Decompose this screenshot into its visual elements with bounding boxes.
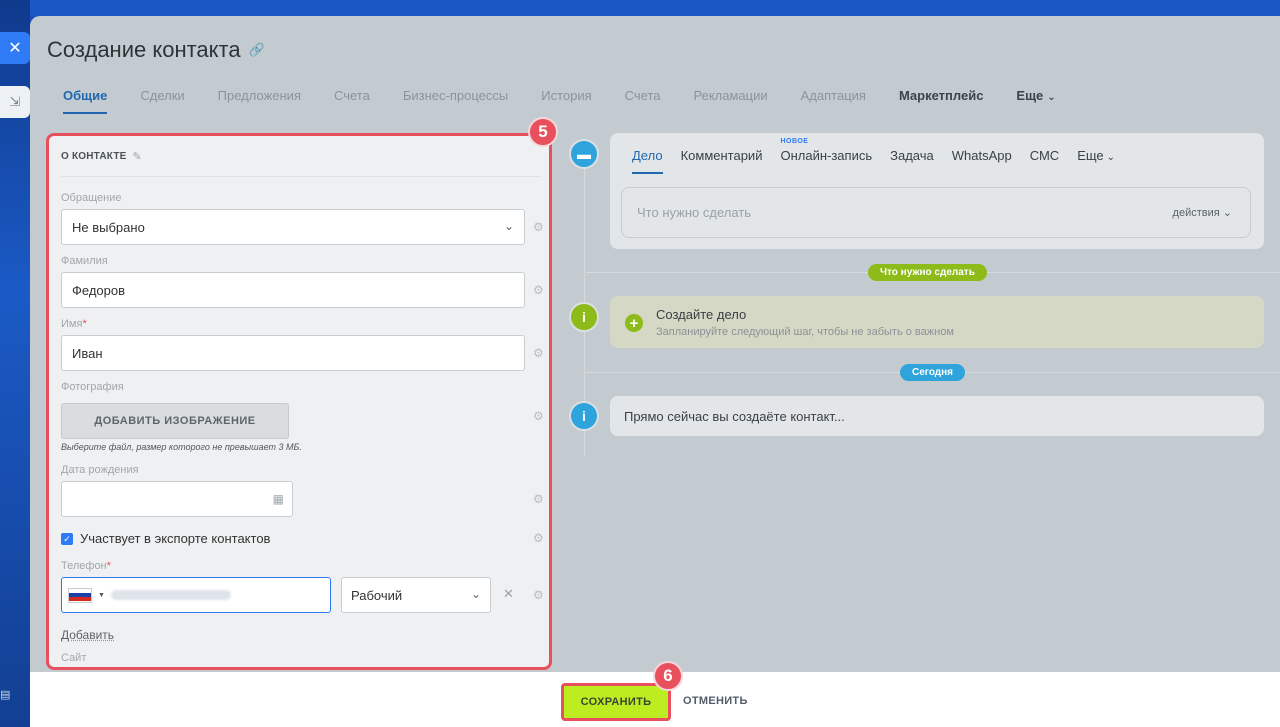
phone-label: Телефон*: [61, 560, 111, 572]
last-name-label: Фамилия: [61, 255, 108, 267]
info-icon: i: [569, 302, 599, 332]
phone-type-value: Рабочий: [351, 587, 403, 603]
activity-input[interactable]: Что нужно сделать действия ⌄: [621, 187, 1251, 238]
tab-invoices-2[interactable]: Счета: [625, 88, 661, 118]
phone-input[interactable]: ▼: [61, 577, 331, 613]
minimize-icon[interactable]: ⇲: [0, 86, 30, 118]
activity-placeholder: Что нужно сделать: [637, 205, 751, 220]
tab-workflows[interactable]: Бизнес-процессы: [403, 88, 508, 118]
tab-history[interactable]: История: [541, 88, 591, 118]
chevron-down-icon: ⌄: [503, 219, 514, 233]
entity-tabs: Общие Сделки Предложения Счета Бизнес-пр…: [63, 88, 1089, 118]
tab-claims[interactable]: Рекламации: [694, 88, 768, 118]
activity-tab-booking-label: Онлайн-запись: [780, 148, 873, 163]
activity-tabs: Дело Комментарий НОВОЕ Онлайн-запись Зада…: [632, 138, 1133, 174]
salutation-label: Обращение: [61, 192, 122, 204]
remove-phone-icon[interactable]: ✕: [503, 586, 514, 602]
chat-icon: ▬: [569, 139, 599, 169]
tab-marketplace[interactable]: Маркетплейс: [899, 88, 983, 118]
gear-icon[interactable]: ⚙: [533, 220, 544, 234]
gear-icon[interactable]: ⚙: [533, 346, 544, 360]
photo-label: Фотография: [61, 381, 124, 393]
first-name-value: Иван: [72, 345, 103, 361]
today-pill: Сегодня: [900, 364, 966, 381]
caret-down-icon[interactable]: ▼: [98, 592, 105, 599]
contact-form-card: О КОНТАКТЕ ✎ Обращение Не выбрано ⌄ ⚙ Фа…: [46, 133, 552, 670]
create-task-card[interactable]: + Создайте дело Запланируйте следующий ш…: [610, 296, 1264, 348]
contact-slider: Создание контакта 🔗 Общие Сделки Предлож…: [30, 16, 1280, 727]
save-button[interactable]: СОХРАНИТЬ: [561, 683, 671, 721]
print-icon: ▤: [0, 689, 11, 701]
first-name-label: Имя*: [61, 318, 87, 330]
gear-icon[interactable]: ⚙: [533, 492, 544, 506]
image-hint: Выберите файл, размер которого не превыш…: [61, 442, 302, 452]
tab-adaptation[interactable]: Адаптация: [801, 88, 866, 118]
first-name-input[interactable]: Иван: [61, 335, 525, 371]
pencil-icon[interactable]: ✎: [133, 150, 142, 163]
tab-deals[interactable]: Сделки: [140, 88, 184, 118]
required-mark: *: [82, 318, 87, 330]
activity-tab-sms[interactable]: СМС: [1030, 148, 1059, 174]
last-name-input[interactable]: Федоров: [61, 272, 525, 308]
export-label: Участвует в экспорте контактов: [80, 531, 271, 546]
export-checkbox-row[interactable]: ✓ Участвует в экспорте контактов: [61, 531, 270, 546]
link-icon[interactable]: 🔗: [249, 42, 265, 58]
actions-label: действия: [1172, 207, 1220, 219]
birthdate-input[interactable]: ▦: [61, 481, 293, 517]
section-title: О КОНТАКТЕ ✎: [61, 150, 142, 163]
gear-icon[interactable]: ⚙: [533, 283, 544, 297]
new-badge: НОВОЕ: [780, 138, 809, 145]
activity-tab-task[interactable]: Дело: [632, 148, 663, 174]
chevron-down-icon: ⌄: [1047, 92, 1056, 103]
cancel-button[interactable]: ОТМЕНИТЬ: [683, 695, 748, 707]
todo-pill: Что нужно сделать: [868, 264, 987, 281]
site-label: Сайт: [61, 652, 87, 664]
activity-tab-comment[interactable]: Комментарий: [681, 148, 763, 174]
activity-editor: Дело Комментарий НОВОЕ Онлайн-запись Зада…: [610, 133, 1264, 249]
export-checkbox[interactable]: ✓: [61, 532, 73, 545]
activity-tab-booking[interactable]: НОВОЕ Онлайн-запись: [780, 138, 873, 174]
info-icon: i: [569, 401, 599, 431]
todo-subtitle: Запланируйте следующий шаг, чтобы не заб…: [656, 326, 954, 338]
section-title-text: О КОНТАКТЕ: [61, 151, 127, 162]
birthdate-label: Дата рождения: [61, 464, 139, 476]
tab-quotes[interactable]: Предложения: [218, 88, 301, 118]
top-bar: [30, 0, 1280, 16]
step-badge-6: 6: [653, 661, 683, 691]
add-image-button[interactable]: ДОБАВИТЬ ИЗОБРАЖЕНИЕ: [61, 403, 289, 439]
section-divider: [61, 176, 541, 177]
tab-more[interactable]: Еще ⌄: [1016, 88, 1055, 118]
chevron-down-icon: ⌄: [1106, 152, 1116, 163]
phone-label-text: Телефон: [61, 560, 107, 572]
add-phone-link[interactable]: Добавить: [61, 628, 114, 642]
salutation-select[interactable]: Не выбрано ⌄: [61, 209, 525, 245]
gear-icon[interactable]: ⚙: [533, 409, 544, 423]
step-badge-5: 5: [528, 117, 558, 147]
todo-title: Создайте дело: [656, 307, 747, 322]
actions-dropdown[interactable]: действия ⌄: [1173, 206, 1232, 219]
required-mark: *: [106, 560, 111, 572]
now-creating-card: Прямо сейчас вы создаёте контакт...: [610, 396, 1264, 436]
close-icon[interactable]: ✕: [0, 32, 30, 64]
activity-tab-more[interactable]: Еще ⌄: [1077, 148, 1115, 174]
gear-icon[interactable]: ⚙: [533, 531, 544, 545]
page-title: Создание контакта 🔗: [47, 37, 265, 63]
salutation-value: Не выбрано: [72, 219, 145, 235]
first-name-label-text: Имя: [61, 318, 83, 330]
activity-tab-todo[interactable]: Задача: [890, 148, 934, 174]
chevron-down-icon: ⌄: [470, 587, 481, 601]
last-name-value: Федоров: [72, 282, 126, 298]
phone-type-select[interactable]: Рабочий ⌄: [341, 577, 491, 613]
activity-tab-whatsapp[interactable]: WhatsApp: [952, 148, 1012, 174]
page-title-text: Создание контакта: [47, 37, 241, 62]
gear-icon[interactable]: ⚙: [533, 588, 544, 602]
tab-more-label: Еще: [1016, 88, 1044, 103]
calendar-icon[interactable]: ▦: [273, 492, 284, 506]
activity-tab-more-label: Еще: [1077, 148, 1104, 163]
tab-general[interactable]: Общие: [63, 88, 108, 118]
plus-icon[interactable]: +: [625, 314, 643, 332]
tab-invoices[interactable]: Счета: [334, 88, 370, 118]
russia-flag-icon[interactable]: [68, 587, 92, 603]
phone-number-blurred: [110, 590, 231, 600]
